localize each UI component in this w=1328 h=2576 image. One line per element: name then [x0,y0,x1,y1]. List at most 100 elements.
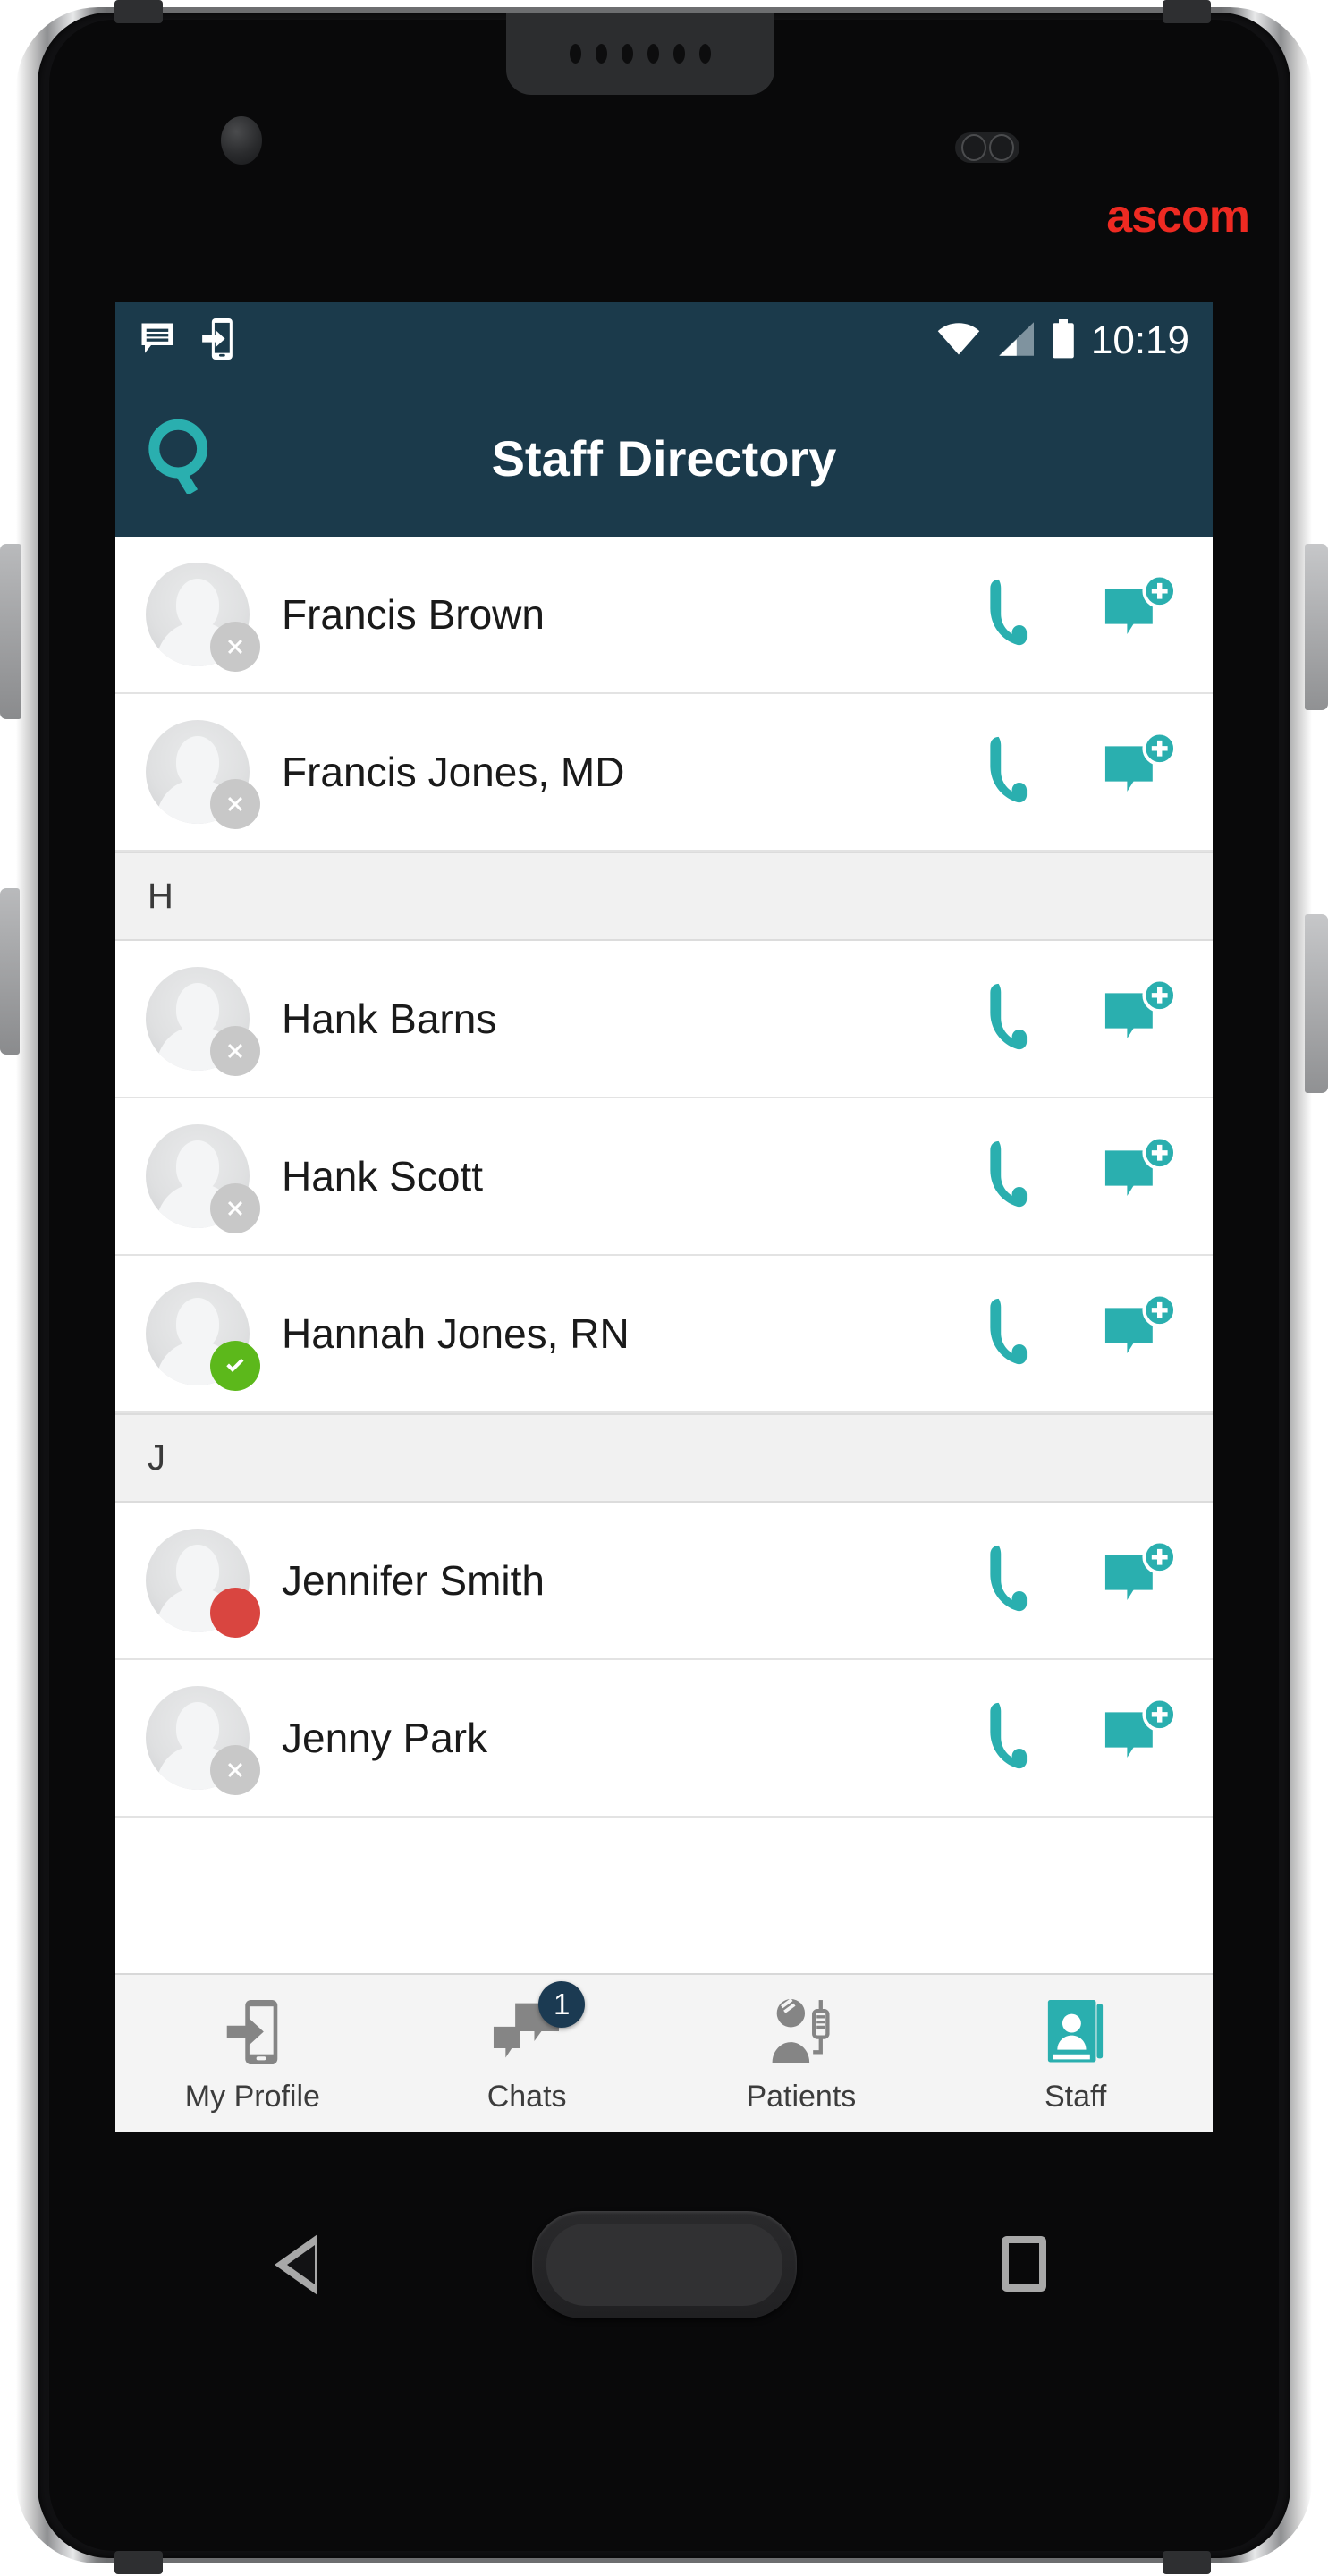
bottom-navigation-bar[interactable]: My Profile 1 Chats Patients Staff [115,1973,1213,2132]
new-chat-icon [1100,1539,1177,1621]
volume-up-button[interactable] [0,544,21,719]
table-row[interactable]: Hannah Jones, RN [115,1256,1213,1413]
new-chat-button[interactable] [1100,1135,1177,1216]
avatar-with-presence [146,1686,260,1795]
new-chat-button[interactable] [1100,1292,1177,1374]
nav-label: My Profile [184,2079,320,2114]
new-chat-button[interactable] [1100,731,1177,812]
staff-name: Francis Brown [282,591,545,638]
message-icon [139,320,176,362]
phone-handover-icon [199,318,235,364]
antenna-nub-top-left [114,0,163,23]
staff-name: Francis Jones, MD [282,749,625,795]
row-actions [982,573,1177,655]
staff-name: Jenny Park [282,1715,488,1761]
new-chat-icon [1100,1697,1177,1778]
recents-button[interactable] [1002,2236,1046,2292]
antenna-nub-bottom-right [1163,2551,1211,2574]
new-chat-icon [1100,978,1177,1059]
staff-directory-list[interactable]: Francis Brown Francis Jones, MD H Hank Barn… [115,537,1213,1818]
call-button[interactable] [982,1700,1048,1776]
table-row[interactable]: Francis Brown [115,537,1213,694]
call-button[interactable] [982,1543,1048,1619]
table-row[interactable]: Hank Scott [115,1098,1213,1256]
earpiece-speaker [506,13,774,95]
tab-staff[interactable]: Staff [938,1975,1213,2132]
staff-name: Hank Barns [282,996,497,1042]
new-chat-button[interactable] [1100,1539,1177,1621]
new-chat-button[interactable] [1100,573,1177,655]
row-actions [982,1697,1177,1778]
table-row[interactable]: Jennifer Smith [115,1503,1213,1660]
battery-icon [1052,318,1075,363]
patient-iv-icon [769,1996,833,2069]
avatar-with-presence [146,1124,260,1233]
back-button[interactable] [275,2234,317,2295]
tab-patients[interactable]: Patients [664,1975,939,2132]
row-actions [982,731,1177,812]
unread-badge: 1 [538,1980,586,2028]
call-button[interactable] [982,981,1048,1057]
staff-name: Jennifer Smith [282,1557,546,1604]
call-button[interactable] [982,1139,1048,1215]
device-stage: ascom 10:19 Staff Directory Francis Brow… [0,0,1328,2576]
status-badge-unavailable [210,1745,260,1795]
section-header-j: J [115,1413,1213,1503]
search-button[interactable] [146,419,219,498]
call-icon [982,1700,1048,1776]
call-icon [982,1543,1048,1619]
phone-handover-icon [225,1999,279,2069]
table-row[interactable]: Hank Barns [115,941,1213,1098]
search-icon [146,419,219,498]
staff-name: Hannah Jones, RN [282,1310,630,1357]
table-row[interactable]: Francis Jones, MD [115,694,1213,852]
call-icon [982,981,1048,1057]
tab-chats[interactable]: 1 Chats [390,1975,664,2132]
call-icon [982,734,1048,810]
status-badge-unavailable [210,1183,260,1233]
front-camera [221,116,262,165]
call-button[interactable] [982,577,1048,653]
avatar-with-presence [146,1529,260,1638]
status-bar-clock: 10:19 [1090,318,1189,362]
call-button[interactable] [982,1296,1048,1372]
call-icon [982,1139,1048,1215]
avatar-with-presence [146,563,260,672]
section-header-letter: J [148,1437,165,1478]
status-badge-busy [210,1588,260,1638]
status-right-icons: 10:19 [937,318,1189,363]
antenna-nub-top-right [1163,0,1211,23]
avatar-with-presence [146,720,260,829]
new-chat-icon [1100,1135,1177,1216]
android-hardware-nav [115,2165,1213,2379]
staff-name: Hank Scott [282,1153,483,1199]
status-badge-unavailable [210,779,260,829]
tab-my-profile[interactable]: My Profile [115,1975,390,2132]
new-chat-button[interactable] [1100,978,1177,1059]
proximity-sensor [955,132,1019,163]
section-header-letter: H [148,876,173,916]
nav-label: Chats [486,2079,567,2114]
avatar-with-presence [146,967,260,1076]
status-badge-available [210,1341,260,1391]
nav-icon-wrap: 1 [492,1980,586,2069]
new-chat-icon [1100,731,1177,812]
power-button[interactable] [1305,544,1328,710]
nav-icon-wrap [225,1994,279,2069]
new-chat-button[interactable] [1100,1697,1177,1778]
app-bar: Staff Directory [115,379,1213,537]
wifi-icon [937,321,980,361]
new-chat-icon [1100,573,1177,655]
nav-icon-wrap [769,1994,833,2069]
home-button[interactable] [531,2211,797,2318]
row-actions [982,1292,1177,1374]
alarm-button[interactable] [1305,914,1328,1093]
new-chat-icon [1100,1292,1177,1374]
antenna-nub-bottom-left [114,2551,163,2574]
android-status-bar: 10:19 [115,302,1213,379]
call-button[interactable] [982,734,1048,810]
row-actions [982,1539,1177,1621]
volume-down-button[interactable] [0,888,20,1055]
table-row[interactable]: Jenny Park [115,1660,1213,1818]
row-actions [982,1135,1177,1216]
